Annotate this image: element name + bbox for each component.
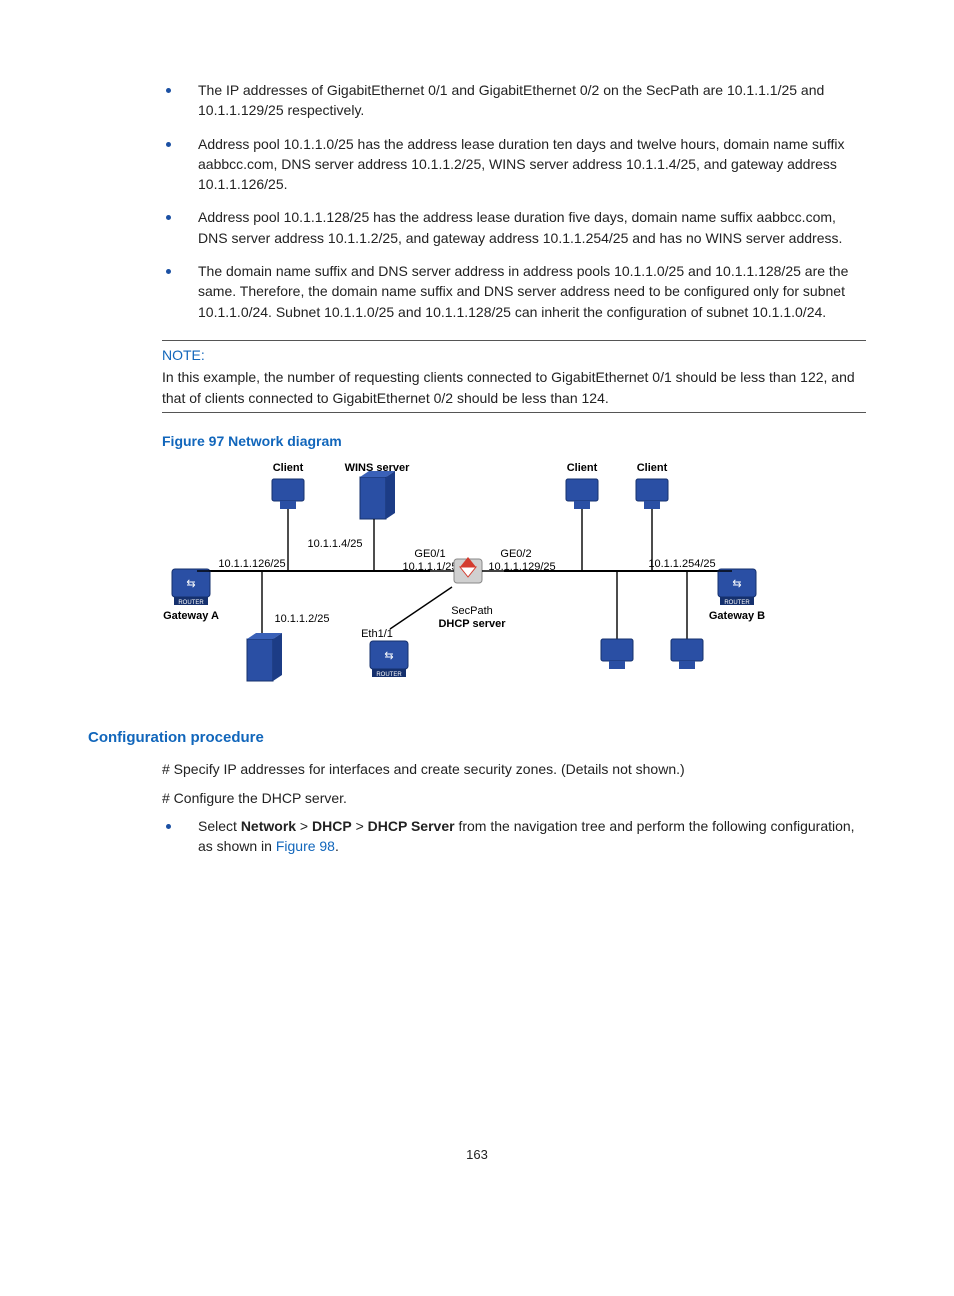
label-client-r1: Client xyxy=(567,462,598,474)
label-gwA: Gateway A xyxy=(163,610,219,622)
breadcrumb-part: DHCP Server xyxy=(368,818,455,834)
bullet-item: Select Network > DHCP > DHCP Server from… xyxy=(166,816,866,857)
breadcrumb-sep: > xyxy=(296,818,312,834)
client-icon xyxy=(636,479,668,509)
label-gwA-ip: 10.1.1.126/25 xyxy=(218,558,285,570)
dns-server-icon xyxy=(247,633,282,681)
client-icon xyxy=(671,639,703,669)
text: Select xyxy=(198,818,241,834)
figure-link[interactable]: Figure 98 xyxy=(276,838,335,854)
label-gwB-ip: 10.1.1.254/25 xyxy=(648,558,715,570)
svg-text:⇆: ⇆ xyxy=(732,578,741,590)
svg-text:ROUTER: ROUTER xyxy=(376,672,402,678)
bullet-list-config: Select Network > DHCP > DHCP Server from… xyxy=(88,816,866,857)
label-client-left: Client xyxy=(273,462,304,474)
breadcrumb-sep: > xyxy=(352,818,368,834)
svg-text:⇆: ⇆ xyxy=(384,650,393,662)
bullet-item: The IP addresses of GigabitEthernet 0/1 … xyxy=(166,80,866,121)
text: . xyxy=(335,838,339,854)
label-ge01: GE0/1 xyxy=(414,548,445,560)
svg-text:⇆: ⇆ xyxy=(186,578,195,590)
note-label: NOTE: xyxy=(162,345,866,365)
eth-router-icon: ⇆ ROUTER xyxy=(370,641,408,678)
bullet-list-top: The IP addresses of GigabitEthernet 0/1 … xyxy=(88,80,866,322)
section-heading: Configuration procedure xyxy=(88,727,866,749)
label-dhcp: DHCP server xyxy=(438,618,506,630)
gateway-b-icon: ⇆ ROUTER xyxy=(718,569,756,606)
breadcrumb-part: DHCP xyxy=(312,818,352,834)
label-client-r2: Client xyxy=(637,462,668,474)
gateway-a-icon: ⇆ ROUTER xyxy=(172,569,210,606)
label-secpath: SecPath xyxy=(451,605,493,617)
svg-text:ROUTER: ROUTER xyxy=(178,600,204,606)
breadcrumb-part: Network xyxy=(241,818,296,834)
note-block: NOTE: In this example, the number of req… xyxy=(162,345,866,408)
paragraph: # Configure the DHCP server. xyxy=(162,788,866,808)
client-icon xyxy=(601,639,633,669)
label-eth11: Eth1/1 xyxy=(361,628,393,640)
label-gwB: Gateway B xyxy=(709,610,765,622)
client-icon xyxy=(272,479,304,509)
note-rule-top xyxy=(162,340,866,341)
figure-caption: Figure 97 Network diagram xyxy=(162,431,866,451)
network-diagram: Client WINS server Client Client 10.1.1.… xyxy=(162,459,782,699)
svg-text:ROUTER: ROUTER xyxy=(724,600,750,606)
note-rule-bottom xyxy=(162,412,866,413)
bullet-item: Address pool 10.1.1.0/25 has the address… xyxy=(166,134,866,195)
note-body: In this example, the number of requestin… xyxy=(162,367,866,408)
label-ge02: GE0/2 xyxy=(500,548,531,560)
label-dns-ip: 10.1.1.2/25 xyxy=(274,613,329,625)
label-wins-ip: 10.1.1.4/25 xyxy=(307,538,362,550)
bullet-item: Address pool 10.1.1.128/25 has the addre… xyxy=(166,207,866,248)
paragraph: # Specify IP addresses for interfaces an… xyxy=(162,759,866,779)
secpath-icon xyxy=(454,557,482,583)
bullet-item: The domain name suffix and DNS server ad… xyxy=(166,261,866,322)
wins-server-icon xyxy=(360,471,395,519)
page-number: 163 xyxy=(88,1146,866,1165)
client-icon xyxy=(566,479,598,509)
